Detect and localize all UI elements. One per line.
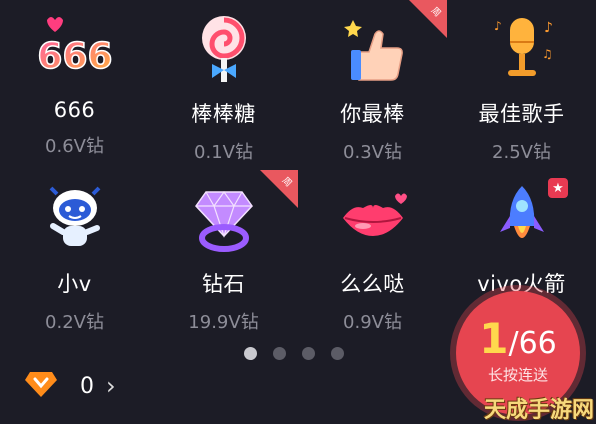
send-counter: 1/66 (479, 318, 557, 362)
lips-kiss-icon (333, 182, 413, 254)
gift-name: 么么哒 (340, 272, 405, 296)
gift-item-lollipop[interactable]: 棒棒糖 0.1V钻 (149, 0, 298, 170)
svg-text:♫: ♫ (542, 47, 553, 61)
vdiamond-icon (24, 370, 58, 402)
weekly-tag: 周 (409, 0, 447, 38)
gift-grid: 666 666 0.6V钻 棒棒糖 0.1V钻 周 你最棒 0.3V钻 ♪ ♫ … (0, 0, 596, 340)
robot-mascot-icon (35, 182, 115, 254)
chevron-right-icon: › (106, 372, 116, 400)
gift-price: 0.9V钻 (343, 312, 402, 333)
thumbs-up-icon (333, 12, 413, 84)
microphone-icon: ♪ ♫ ♪ (482, 12, 562, 84)
svg-text:♪: ♪ (494, 19, 502, 33)
page-dot[interactable] (302, 347, 315, 360)
gift-name: 钻石 (202, 272, 245, 296)
gift-price: 0.1V钻 (194, 142, 253, 163)
gift-name: 小v (57, 272, 92, 296)
send-hint: 长按连送 (487, 366, 548, 384)
gift-item-xiao-v[interactable]: 小v 0.2V钻 (0, 170, 149, 340)
site-watermark: 天成手游网 (484, 397, 595, 423)
diamond-ring-icon (184, 182, 264, 254)
gift-price: 0.3V钻 (343, 142, 402, 163)
featured-star-badge: ★ (548, 178, 568, 198)
gift-price: 0.2V钻 (45, 312, 104, 333)
gift-price: 0.6V钻 (45, 136, 104, 157)
send-count-current: 1 (479, 314, 509, 363)
gift-price: 2.5V钻 (492, 142, 551, 163)
gift-item-diamond[interactable]: 周 钻石 19.9V钻 (149, 170, 298, 340)
gift-name: 你最棒 (340, 102, 405, 126)
gift-item-kiss[interactable]: 么么哒 0.9V钻 (298, 170, 447, 340)
svg-text:666: 666 (37, 36, 112, 77)
666-icon: 666 (35, 12, 115, 84)
gift-name: 最佳歌手 (478, 102, 565, 126)
page-dot[interactable] (273, 347, 286, 360)
gift-item-thumbs-up[interactable]: 周 你最棒 0.3V钻 (298, 0, 447, 170)
lollipop-icon (184, 12, 264, 84)
gift-item-666[interactable]: 666 666 0.6V钻 (0, 0, 149, 170)
svg-text:♪: ♪ (544, 20, 553, 36)
v-diamond-balance[interactable]: 0 › (24, 370, 116, 402)
gift-price: 19.9V钻 (188, 312, 259, 333)
gift-name: 棒棒糖 (191, 102, 256, 126)
balance-value: 0 (80, 373, 94, 399)
page-dot-active[interactable] (244, 347, 257, 360)
page-dot[interactable] (331, 347, 344, 360)
page-indicator (244, 347, 344, 360)
weekly-tag: 周 (260, 170, 298, 208)
gift-item-microphone[interactable]: ♪ ♫ ♪ 最佳歌手 2.5V钻 (447, 0, 596, 170)
gift-name: 666 (53, 98, 96, 122)
send-count-total: /66 (508, 326, 557, 361)
